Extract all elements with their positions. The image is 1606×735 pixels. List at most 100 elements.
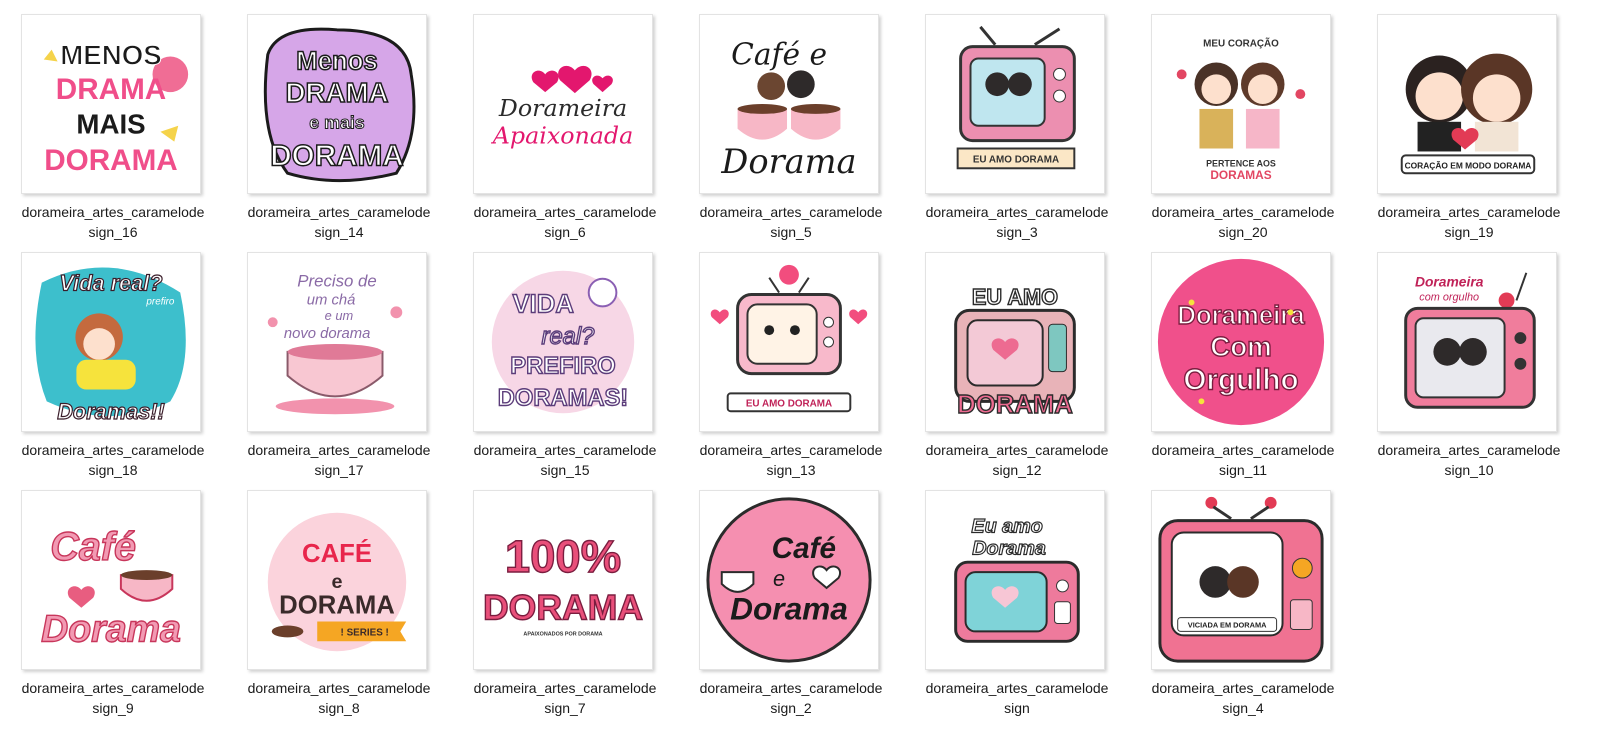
sticker-text-4: DORAMA <box>44 144 177 177</box>
file-name: dorameira_artes_caramelode sign_17 <box>247 442 431 478</box>
file-name: dorameira_artes_caramelode sign <box>925 680 1109 716</box>
dorameira-com-orgulho-circle-sticker-thumbnail[interactable]: Dorameira Com Orgulho <box>1151 252 1331 432</box>
file-tile[interactable]: CAFÉ e DORAMA ! SERIES ! dorameira_artes… <box>226 476 436 716</box>
file-tile[interactable]: Café e Dorama dorameira_artes_caramelode… <box>678 0 888 240</box>
file-tile[interactable]: Café e Dorama dorameira_artes_caramelode… <box>678 476 888 716</box>
eu-amo-dorama-tv-hearts-sticker-thumbnail[interactable]: Eu amo Dorama <box>925 490 1105 670</box>
file-tile[interactable]: VICIADA EM DORAMA dorameira_artes_carame… <box>1130 476 1340 716</box>
file-name: dorameira_artes_caramelode sign_13 <box>699 442 883 478</box>
vida-real-girl-sticker-thumbnail[interactable]: Vida real? prefiro Doramas!! <box>21 252 201 432</box>
sticker-text-1: EU AMO <box>972 284 1058 309</box>
file-tile[interactable]: Dorameira com orgulho dorameira_artes_ca… <box>1356 238 1566 478</box>
file-tile[interactable]: MENOS DRAMA MAIS DORAMA dorameira_artes_… <box>0 0 210 240</box>
sticker-image: VIDA real? PREFIRO DORAMAS! <box>491 270 635 414</box>
tv-cute-face-sticker-thumbnail[interactable]: EU AMO DORAMA <box>699 252 879 432</box>
cafe-dorama-cup-sticker-thumbnail[interactable]: Café Dorama <box>21 490 201 670</box>
file-name: dorameira_artes_caramelode sign_8 <box>247 680 431 716</box>
file-name: dorameira_artes_caramelode sign_4 <box>1151 680 1335 716</box>
sticker-text-2: Dorama <box>720 142 856 181</box>
sticker-image: 100% DORAMA APAIXONADOS POR DORAMA <box>482 530 643 637</box>
sticker-image: EU AMO DORAMA <box>956 25 1076 170</box>
sticker-text-3: APAIXONADOS POR DORAMA <box>523 631 602 637</box>
sticker-text-4: DORAMA <box>270 139 403 172</box>
sticker-image: Vida real? prefiro Doramas!! <box>35 267 186 425</box>
sticker-image: Café Dorama <box>40 525 181 650</box>
file-tile[interactable]: MEU CORAÇÃO PERTENCE AOS DORAMAS doramei… <box>1130 0 1340 240</box>
sticker-text-1: Dorameira <box>498 94 627 122</box>
file-name: dorameira_artes_caramelode sign_5 <box>699 204 883 240</box>
sticker-text-1: EU AMO DORAMA <box>973 154 1059 165</box>
sticker-text-4: ! SERIES ! <box>341 627 389 638</box>
file-name: dorameira_artes_caramelode sign_18 <box>21 442 205 478</box>
sticker-text-3: MAIS <box>76 109 145 140</box>
viciada-em-dorama-tv-sticker-thumbnail[interactable]: VICIADA EM DORAMA <box>1151 490 1331 670</box>
menos-drama-lilac-sticker-thumbnail[interactable]: Menos DRAMA e mais DORAMA <box>247 14 427 194</box>
sticker-text-1: Vida real? <box>59 271 162 296</box>
sticker-text-1: Dorameira <box>1177 302 1305 330</box>
file-tile[interactable]: Dorameira Com Orgulho dorameira_artes_ca… <box>1130 238 1340 478</box>
sticker-image: MEU CORAÇÃO PERTENCE AOS DORAMAS <box>1176 39 1306 182</box>
sticker-text-2: prefiro <box>145 296 174 307</box>
sticker-text-1: Café <box>50 525 136 569</box>
file-tile[interactable]: 100% DORAMA APAIXONADOS POR DORAMA doram… <box>452 476 662 716</box>
file-tile[interactable]: Eu amo Dorama dorameira_artes_caramelode… <box>904 476 1114 716</box>
sticker-text-4: DORAMAS! <box>498 385 628 411</box>
sticker-image: Dorameira Apaixonada <box>491 65 633 150</box>
file-name: dorameira_artes_caramelode sign_2 <box>699 680 883 716</box>
file-tile[interactable]: Vida real? prefiro Doramas!! dorameira_a… <box>0 238 210 478</box>
eu-amo-dorama-tv-sticker-thumbnail[interactable]: EU AMO DORAMA <box>925 252 1105 432</box>
sticker-text-2: e <box>332 571 343 593</box>
sticker-text-2: Com <box>1210 331 1272 362</box>
sticker-text-3: e mais <box>309 113 364 133</box>
file-name: dorameira_artes_caramelode sign_11 <box>1151 442 1335 478</box>
sticker-text-1: MENOS <box>60 39 161 70</box>
file-name: dorameira_artes_caramelode sign_9 <box>21 680 205 716</box>
sticker-text-1: VICIADA EM DORAMA <box>1188 620 1267 629</box>
sticker-image: Dorameira com orgulho <box>1404 272 1536 409</box>
sticker-text-3: Dorama <box>730 591 848 627</box>
cafe-e-dorama-circle-sticker-thumbnail[interactable]: Café e Dorama <box>699 490 879 670</box>
file-name: dorameira_artes_caramelode sign_15 <box>473 442 657 478</box>
sticker-text-2: DORAMA <box>483 588 643 628</box>
file-name: dorameira_artes_caramelode sign_14 <box>247 204 431 240</box>
file-name: dorameira_artes_caramelode sign_7 <box>473 680 657 716</box>
coracao-modo-dorama-sticker-thumbnail[interactable]: CORAÇÃO EM MODO DORAMA <box>1377 14 1557 194</box>
dorameira-com-orgulho-tv-sticker-thumbnail[interactable]: Dorameira com orgulho <box>1377 252 1557 432</box>
cafe-e-dorama-couple-sticker-thumbnail[interactable]: Café e Dorama <box>699 14 879 194</box>
tv-eu-amo-dorama-sticker-thumbnail[interactable]: EU AMO DORAMA <box>925 14 1105 194</box>
file-tile[interactable]: EU AMO DORAMA dorameira_artes_caramelode… <box>678 238 888 478</box>
sticker-text-2: DRAMA <box>286 77 389 108</box>
sticker-text-3: Doramas!! <box>57 399 165 424</box>
sticker-image: EU AMO DORAMA <box>954 284 1076 420</box>
file-tile[interactable]: EU AMO DORAMA dorameira_artes_caramelode… <box>904 0 1114 240</box>
file-tile[interactable]: CORAÇÃO EM MODO DORAMA dorameira_artes_c… <box>1356 0 1566 240</box>
sticker-image: VICIADA EM DORAMA <box>1158 496 1324 663</box>
file-tile[interactable]: VIDA real? PREFIRO DORAMAS! dorameira_ar… <box>452 238 662 478</box>
file-tile[interactable]: Menos DRAMA e mais DORAMA dorameira_arte… <box>226 0 436 240</box>
sticker-text-1: Café <box>772 532 836 565</box>
file-tile[interactable]: Dorameira Apaixonada dorameira_artes_car… <box>452 0 662 240</box>
100-dorama-sticker-thumbnail[interactable]: 100% DORAMA APAIXONADOS POR DORAMA <box>473 490 653 670</box>
file-tile[interactable]: EU AMO DORAMA dorameira_artes_caramelode… <box>904 238 1114 478</box>
sticker-text-3: e um <box>325 308 354 323</box>
file-tile[interactable]: Café Dorama dorameira_artes_caramelode si… <box>0 476 210 716</box>
file-name: dorameira_artes_caramelode sign_12 <box>925 442 1109 478</box>
preciso-cha-cup-sticker-thumbnail[interactable]: Preciso de um chá e um novo dorama <box>247 252 427 432</box>
file-name: dorameira_artes_caramelode sign_20 <box>1151 204 1335 240</box>
menos-drama-mais-dorama-sticker-thumbnail[interactable]: MENOS DRAMA MAIS DORAMA <box>21 14 201 194</box>
sticker-text-1: 100% <box>505 531 621 582</box>
dorameira-apaixonada-sticker-thumbnail[interactable]: Dorameira Apaixonada <box>473 14 653 194</box>
sticker-text-1: VIDA <box>513 290 574 318</box>
file-name: dorameira_artes_caramelode sign_10 <box>1377 442 1561 478</box>
file-name: dorameira_artes_caramelode sign_19 <box>1377 204 1561 240</box>
meu-coracao-couple-sticker-thumbnail[interactable]: MEU CORAÇÃO PERTENCE AOS DORAMAS <box>1151 14 1331 194</box>
cafe-e-dorama-series-sticker-thumbnail[interactable]: CAFÉ e DORAMA ! SERIES ! <box>247 490 427 670</box>
vida-real-prefiro-doramas-sticker-thumbnail[interactable]: VIDA real? PREFIRO DORAMAS! <box>473 252 653 432</box>
sticker-text-2: um chá <box>307 292 356 308</box>
sticker-text-1: MEU CORAÇÃO <box>1203 39 1279 50</box>
sticker-text-1: Menos <box>296 47 377 75</box>
sticker-text-1: CORAÇÃO EM MODO DORAMA <box>1405 160 1532 170</box>
sticker-text-3: DORAMA <box>279 592 395 620</box>
file-tile[interactable]: Preciso de um chá e um novo dorama doram… <box>226 238 436 478</box>
sticker-text-1: Preciso de <box>297 272 376 291</box>
